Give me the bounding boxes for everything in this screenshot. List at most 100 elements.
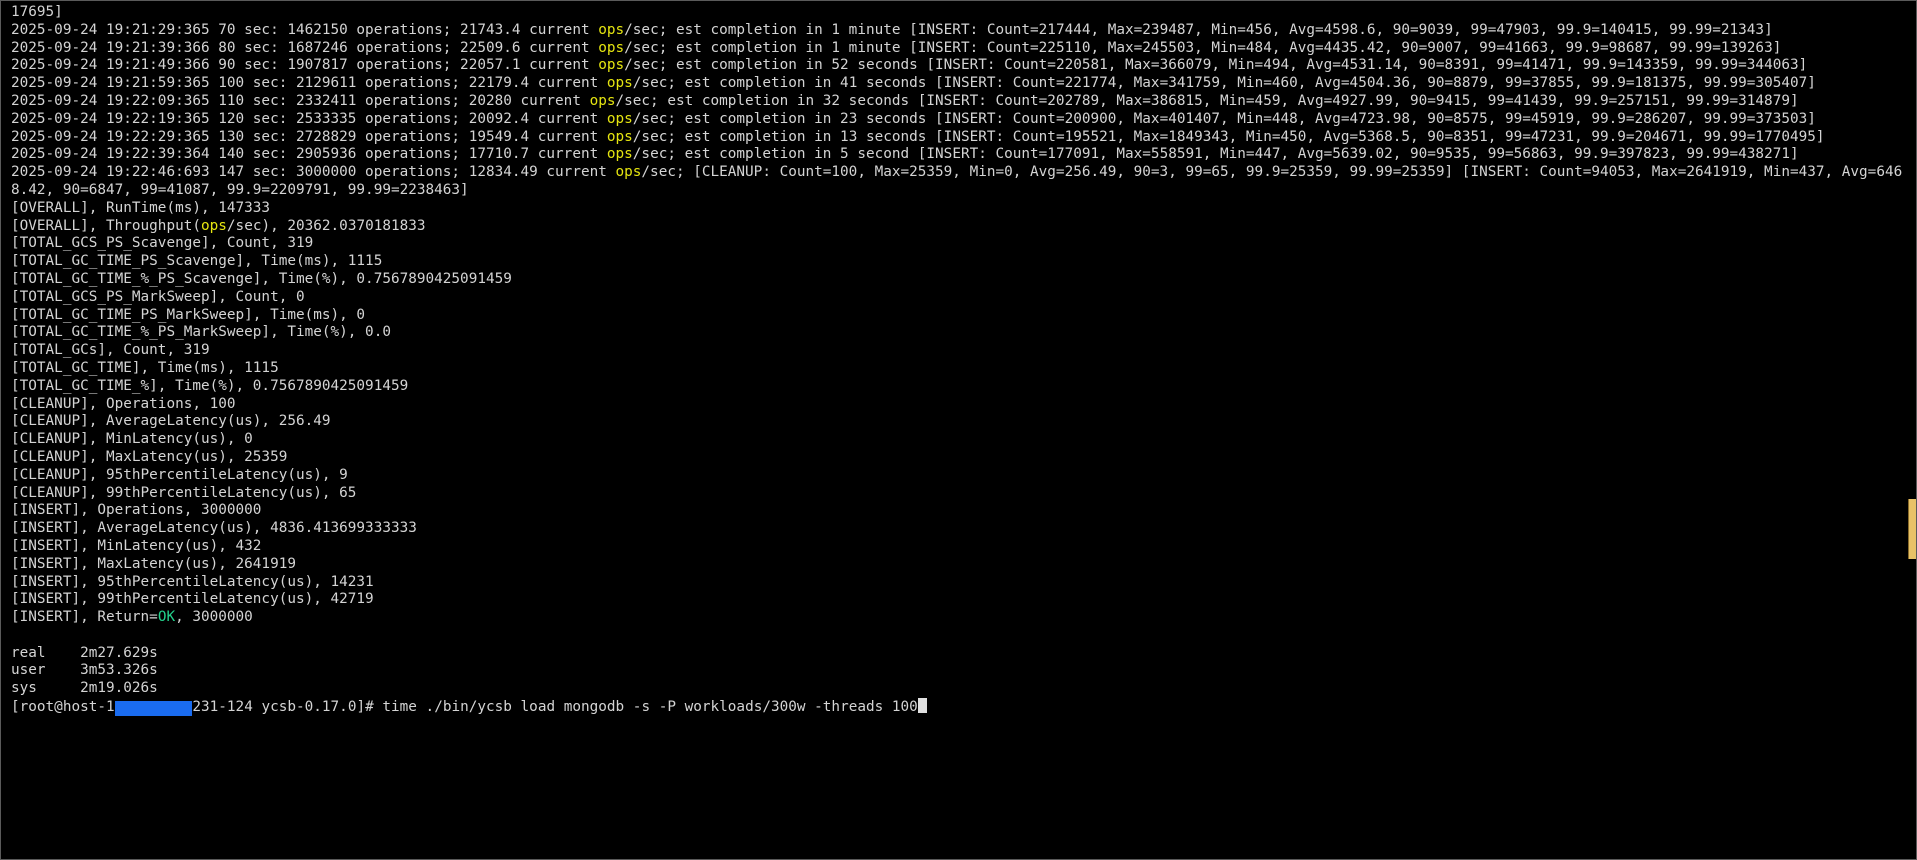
terminal-line: 2025-09-24 19:22:19:365 120 sec: 2533335… — [11, 111, 1908, 129]
line-text: 2025-09-24 19:22:09:365 110 sec: 2332411… — [11, 92, 590, 109]
line-text: [CLEANUP], MaxLatency(us), 25359 — [11, 448, 288, 465]
line-text-rest: /sec; est completion in 5 second [INSERT… — [632, 146, 1799, 163]
terminal-line: 2025-09-24 19:21:49:366 90 sec: 1907817 … — [11, 57, 1908, 75]
terminal-line: [TOTAL_GC_TIME_%], Time(%), 0.7567890425… — [11, 378, 1908, 396]
line-text: [TOTAL_GC_TIME_PS_Scavenge], Time(ms), 1… — [11, 253, 383, 270]
terminal-line: 2025-09-24 19:22:39:364 140 sec: 2905936… — [11, 146, 1908, 164]
line-text-rest: , 3000000 — [175, 609, 253, 626]
line-text: [INSERT], MaxLatency(us), 2641919 — [11, 555, 296, 572]
terminal-line: [TOTAL_GCS_PS_MarkSweep], Count, 0 — [11, 289, 1908, 307]
terminal-line: [OVERALL], RunTime(ms), 147333 — [11, 200, 1908, 218]
terminal-line: [OVERALL], Throughput(ops/sec), 20362.03… — [11, 218, 1908, 236]
terminal-line: [TOTAL_GC_TIME_PS_MarkSweep], Time(ms), … — [11, 307, 1908, 325]
ops-highlight: ops — [606, 75, 633, 92]
terminal-line: [CLEANUP], MinLatency(us), 0 — [11, 431, 1908, 449]
line-text: [TOTAL_GC_TIME_%], Time(%), 0.7567890425… — [11, 377, 409, 394]
line-text: [CLEANUP], Operations, 100 — [11, 395, 236, 412]
line-text: 2025-09-24 19:22:46:693 147 sec: 3000000… — [11, 164, 616, 181]
line-text: 2025-09-24 19:21:29:365 70 sec: 1462150 … — [11, 21, 599, 38]
terminal-line: [INSERT], Return=OK, 3000000 — [11, 609, 1908, 627]
ops-highlight: ops — [201, 217, 227, 234]
terminal-line: 2025-09-24 19:22:09:365 110 sec: 2332411… — [11, 93, 1908, 111]
line-text: [TOTAL_GCS_PS_Scavenge], Count, 319 — [11, 235, 314, 252]
line-text: 2025-09-24 19:21:49:366 90 sec: 1907817 … — [11, 57, 599, 74]
line-text: [INSERT], Return= — [11, 609, 158, 626]
ops-highlight: ops — [598, 39, 625, 56]
terminal-line: [TOTAL_GCs], Count, 319 — [11, 342, 1908, 360]
terminal-line: 2025-09-24 19:22:29:365 130 sec: 2728829… — [11, 129, 1908, 147]
terminal-line: [INSERT], MinLatency(us), 432 — [11, 538, 1908, 556]
line-text: [TOTAL_GC_TIME_%_PS_MarkSweep], Time(%),… — [11, 324, 391, 341]
ops-highlight: ops — [598, 57, 625, 74]
line-text: [CLEANUP], 95thPercentileLatency(us), 9 — [11, 466, 348, 483]
line-text-rest: /sec; est completion in 41 seconds [INSE… — [632, 75, 1816, 92]
line-text-rest: /sec; est completion in 23 seconds [INSE… — [632, 110, 1816, 127]
terminal-line: sys 2m19.026s — [11, 680, 1908, 698]
scrollbar-marker[interactable] — [1908, 499, 1916, 559]
terminal-line: [CLEANUP], MaxLatency(us), 25359 — [11, 449, 1908, 467]
line-text: real 2m27.629s — [11, 644, 158, 661]
terminal-window[interactable]: 17695] 2025-09-24 19:21:29:365 70 sec: 14… — [0, 0, 1917, 860]
terminal-line: user 3m53.326s — [11, 662, 1908, 680]
terminal-line: [TOTAL_GC_TIME_PS_Scavenge], Time(ms), 1… — [11, 253, 1908, 271]
line-text: [TOTAL_GC_TIME], Time(ms), 1115 — [11, 359, 279, 376]
terminal-line: 2025-09-24 19:21:29:365 70 sec: 1462150 … — [11, 22, 1908, 40]
prompt-prefix: [root@host-1 — [11, 699, 115, 716]
ops-highlight: ops — [615, 164, 642, 181]
ops-highlight: ops — [606, 128, 633, 145]
ops-highlight: ops — [598, 21, 625, 38]
line-text: [TOTAL_GC_TIME_PS_MarkSweep], Time(ms), … — [11, 306, 366, 323]
line-text: [CLEANUP], MinLatency(us), 0 — [11, 431, 253, 448]
line-text-rest: /sec; est completion in 1 minute [INSERT… — [624, 39, 1782, 56]
line-text: [TOTAL_GCS_PS_MarkSweep], Count, 0 — [11, 288, 305, 305]
terminal-line: [CLEANUP], 95thPercentileLatency(us), 9 — [11, 467, 1908, 485]
command-input[interactable]: time ./bin/ycsb load mongodb -s -P workl… — [382, 699, 917, 715]
line-text: [INSERT], 95thPercentileLatency(us), 142… — [11, 573, 374, 590]
line-text: [CLEANUP], AverageLatency(us), 256.49 — [11, 413, 331, 430]
ops-highlight: ops — [606, 146, 633, 163]
terminal-line: 2025-09-24 19:22:46:693 147 sec: 3000000… — [11, 164, 1908, 200]
line-text: [INSERT], Operations, 3000000 — [11, 502, 262, 519]
terminal-line: [INSERT], Operations, 3000000 — [11, 502, 1908, 520]
line-text-rest: /sec; est completion in 13 seconds [INSE… — [632, 128, 1825, 145]
prompt-suffix: 231-124 ycsb-0.17.0]# — [192, 699, 383, 716]
terminal-line: 2025-09-24 19:21:39:366 80 sec: 1687246 … — [11, 40, 1908, 58]
line-text: 2025-09-24 19:21:59:365 100 sec: 2129611… — [11, 75, 607, 92]
terminal-line: [INSERT], 99thPercentileLatency(us), 427… — [11, 591, 1908, 609]
ops-highlight: ops — [606, 110, 633, 127]
terminal-line: [TOTAL_GC_TIME_%_PS_Scavenge], Time(%), … — [11, 271, 1908, 289]
terminal-line: [CLEANUP], AverageLatency(us), 256.49 — [11, 413, 1908, 431]
line-text: 2025-09-24 19:21:39:366 80 sec: 1687246 … — [11, 39, 599, 56]
terminal-output[interactable]: 17695] 2025-09-24 19:21:29:365 70 sec: 14… — [1, 1, 1908, 859]
ok-status: OK — [157, 609, 176, 626]
line-text: [OVERALL], Throughput( — [11, 217, 201, 234]
block-cursor-icon — [917, 698, 927, 714]
terminal-line: [INSERT], 95thPercentileLatency(us), 142… — [11, 574, 1908, 592]
line-text: [CLEANUP], 99thPercentileLatency(us), 65 — [11, 484, 357, 501]
terminal-line: real 2m27.629s — [11, 645, 1908, 663]
line-text: user 3m53.326s — [11, 662, 158, 679]
terminal-line: [CLEANUP], Operations, 100 — [11, 396, 1908, 414]
line-text: sys 2m19.026s — [11, 680, 158, 697]
line-text-rest: /sec; est completion in 52 seconds [INSE… — [624, 57, 1808, 74]
terminal-line: [CLEANUP], 99thPercentileLatency(us), 65 — [11, 485, 1908, 503]
line-text: [OVERALL], RunTime(ms), 147333 — [11, 199, 271, 216]
line-text: [INSERT], 99thPercentileLatency(us), 427… — [11, 591, 374, 608]
line-text: [TOTAL_GCs], Count, 319 — [11, 342, 210, 359]
terminal-line: [TOTAL_GC_TIME], Time(ms), 1115 — [11, 360, 1908, 378]
line-text-rest: /sec; est completion in 32 seconds [INSE… — [615, 92, 1799, 109]
terminal-line: [INSERT], AverageLatency(us), 4836.41369… — [11, 520, 1908, 538]
redacted-hostname: XXXXXXXXX — [114, 701, 193, 717]
line-text: [INSERT], MinLatency(us), 432 — [11, 537, 262, 554]
line-text: 2025-09-24 19:22:29:365 130 sec: 2728829… — [11, 128, 607, 145]
terminal-line: 17695] — [11, 4, 1908, 22]
line-text: [INSERT], AverageLatency(us), 4836.41369… — [11, 520, 417, 537]
line-text: 17695] — [11, 4, 63, 20]
command-prompt-line[interactable]: [root@host-1XXXXXXXXX231-124 ycsb-0.17.0… — [11, 698, 1908, 717]
line-text: 2025-09-24 19:22:19:365 120 sec: 2533335… — [11, 110, 607, 127]
terminal-line: 2025-09-24 19:21:59:365 100 sec: 2129611… — [11, 75, 1908, 93]
line-text-rest: /sec), 20362.0370181833 — [226, 217, 426, 234]
ops-highlight: ops — [589, 92, 616, 109]
line-text-rest: /sec; est completion in 1 minute [INSERT… — [624, 21, 1773, 38]
